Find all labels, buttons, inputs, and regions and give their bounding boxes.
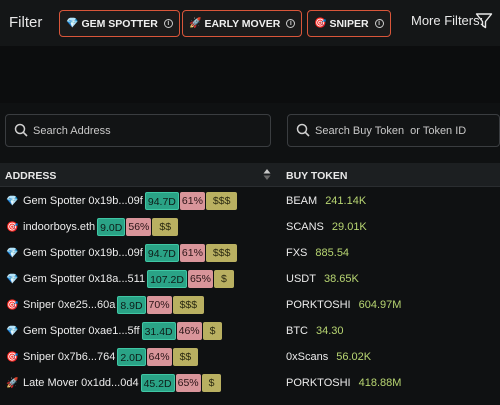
table-row[interactable]: 💎 Gem Spotter 0x18a...511 107.2D 65% $ U…: [0, 266, 500, 292]
token-amount: 241.14K: [325, 195, 367, 207]
token-name[interactable]: BTC: [286, 325, 308, 337]
info-icon[interactable]: i: [374, 19, 384, 28]
buy-token-column-header[interactable]: BUY TOKEN: [286, 170, 347, 182]
search-token-box[interactable]: [287, 114, 500, 147]
size-badge: $$: [152, 218, 179, 236]
size-badge: $$: [172, 348, 199, 366]
search-address-input[interactable]: [33, 121, 243, 141]
age-badge: 94.7D: [144, 244, 179, 262]
wallet-address[interactable]: indoorboys.eth: [23, 221, 95, 233]
winrate-badge: 70%: [146, 296, 172, 314]
table-row[interactable]: 🚀 Late Mover 0x1dd...0d4 45.2D 65% $ POR…: [0, 370, 500, 396]
token-name[interactable]: PORKTOSHI: [286, 377, 351, 389]
winrate-badge: 61%: [179, 244, 205, 262]
token-amount: 34.30: [316, 325, 344, 337]
token-name[interactable]: SCANS: [286, 221, 324, 233]
target-icon: 🎯: [6, 351, 19, 363]
token-amount: 29.01K: [331, 221, 367, 233]
size-badge: $$$: [172, 296, 205, 314]
winrate-badge: 65%: [175, 374, 201, 392]
size-badge: $: [201, 374, 222, 392]
size-badge: $$$: [205, 244, 238, 262]
age-badge: 8.9D: [117, 296, 146, 314]
winrate-badge: 46%: [176, 322, 202, 340]
age-badge: 107.2D: [147, 270, 187, 288]
table-row[interactable]: 💎 Gem Spotter 0x19b...09f 94.7D 61% $$$ …: [0, 188, 500, 214]
token-name[interactable]: BEAM: [286, 195, 317, 207]
gem-icon: 💎: [66, 18, 79, 29]
early-mover-filter-chip[interactable]: 🚀 EARLY MOVER i: [182, 10, 303, 37]
filter-bar: Filter 💎 GEM SPOTTER i 🚀 EARLY MOVER i 🎯…: [0, 0, 500, 46]
table-row[interactable]: 💎 Gem Spotter 0x19b...09f 94.7D 61% $$$ …: [0, 240, 500, 266]
token-name[interactable]: 0xScans: [286, 351, 328, 363]
search-icon: [296, 123, 310, 137]
age-badge: 2.0D: [117, 348, 146, 366]
gem-icon: 💎: [6, 195, 19, 207]
rocket-icon: 🚀: [189, 18, 202, 29]
size-badge: $: [213, 270, 234, 288]
rocket-icon: 🚀: [6, 377, 19, 389]
more-filters-button[interactable]: More Filters:: [411, 13, 483, 28]
winrate-badge: 65%: [187, 270, 213, 288]
transactions-table: 💎 Gem Spotter 0x19b...09f 94.7D 61% $$$ …: [0, 188, 500, 396]
winrate-badge: 61%: [179, 192, 205, 210]
sort-icon[interactable]: [263, 168, 271, 181]
wallet-address[interactable]: Late Mover 0x1dd...0d4: [23, 377, 139, 389]
size-badge: $: [202, 322, 223, 340]
gem-icon: 💎: [6, 325, 19, 337]
table-row[interactable]: 🎯 indoorboys.eth 9.0D 56% $$ SCANS 29.01…: [0, 214, 500, 240]
funnel-icon[interactable]: [475, 12, 493, 30]
sniper-filter-chip[interactable]: 🎯 SNIPER i: [307, 10, 391, 37]
age-badge: 94.7D: [144, 192, 179, 210]
address-column-header[interactable]: ADDRESS: [5, 170, 56, 182]
target-icon: 🎯: [6, 299, 19, 311]
table-row[interactable]: 🎯 Sniper 0xe25...60a 8.9D 70% $$$ PORKTO…: [0, 292, 500, 318]
winrate-badge: 56%: [126, 218, 152, 236]
gem-icon: 💎: [6, 247, 19, 259]
spacer-band: [0, 46, 500, 103]
token-name[interactable]: USDT: [286, 273, 316, 285]
token-amount: 418.88M: [358, 377, 402, 389]
info-icon[interactable]: i: [163, 19, 173, 28]
info-icon[interactable]: i: [286, 19, 296, 28]
age-badge: 31.4D: [141, 322, 176, 340]
gem-icon: 💎: [6, 273, 19, 285]
token-amount: 38.65K: [323, 273, 359, 285]
wallet-address[interactable]: Gem Spotter 0xae1...5ff: [23, 325, 140, 337]
token-name[interactable]: PORKTOSHI: [286, 299, 351, 311]
search-address-box[interactable]: [5, 114, 271, 147]
target-icon: 🎯: [314, 18, 327, 29]
size-badge: $$$: [205, 192, 238, 210]
winrate-badge: 64%: [146, 348, 172, 366]
wallet-address[interactable]: Gem Spotter 0x19b...09f: [23, 195, 143, 207]
chip-label: SNIPER: [329, 17, 369, 30]
token-amount: 56.02K: [336, 351, 372, 363]
table-header: ADDRESS BUY TOKEN: [0, 163, 500, 187]
search-icon: [14, 123, 28, 137]
token-name[interactable]: FXS: [286, 247, 307, 259]
wallet-address[interactable]: Gem Spotter 0x18a...511: [23, 273, 145, 285]
token-amount: 604.97M: [358, 299, 402, 311]
wallet-address[interactable]: Sniper 0xe25...60a: [23, 299, 115, 311]
table-row[interactable]: 🎯 Sniper 0x7b6...764 2.0D 64% $$ 0xScans…: [0, 344, 500, 370]
filter-label: Filter: [9, 14, 43, 31]
wallet-address[interactable]: Gem Spotter 0x19b...09f: [23, 247, 143, 259]
age-badge: 45.2D: [140, 374, 175, 392]
target-icon: 🎯: [6, 221, 19, 233]
age-badge: 9.0D: [97, 218, 126, 236]
chip-label: EARLY MOVER: [204, 17, 281, 30]
token-amount: 885.54: [315, 247, 350, 259]
chip-label: GEM SPOTTER: [81, 17, 158, 30]
search-token-input[interactable]: [315, 121, 500, 141]
gem-spotter-filter-chip[interactable]: 💎 GEM SPOTTER i: [59, 10, 180, 37]
table-row[interactable]: 💎 Gem Spotter 0xae1...5ff 31.4D 46% $ BT…: [0, 318, 500, 344]
wallet-address[interactable]: Sniper 0x7b6...764: [23, 351, 115, 363]
